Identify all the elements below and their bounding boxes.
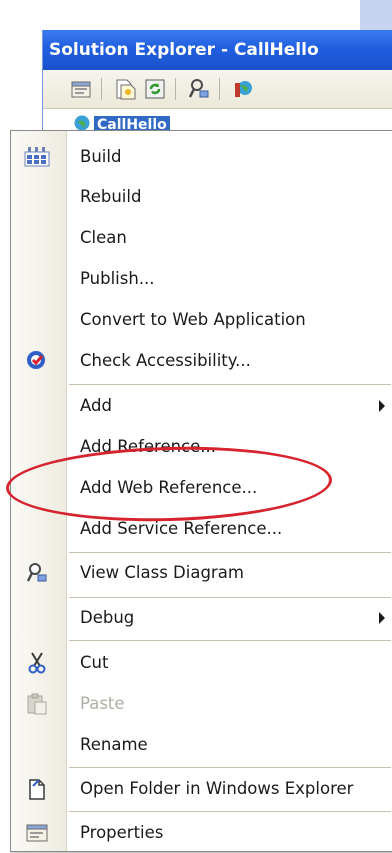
menu-item-paste: Paste	[11, 684, 392, 724]
properties-icon	[23, 819, 51, 847]
submenu-arrow-icon	[379, 612, 385, 624]
menu-item-label: Properties	[80, 823, 164, 842]
accessibility-icon	[23, 347, 51, 375]
menu-item-check-accessibility[interactable]: Check Accessibility...	[11, 341, 392, 381]
refresh-icon[interactable]	[143, 77, 167, 101]
build-icon	[23, 143, 51, 171]
view-class-diagram-icon	[23, 559, 51, 587]
menu-item-clean[interactable]: Clean	[11, 218, 392, 258]
menu-item-label: Check Accessibility...	[80, 351, 251, 370]
menu-item-label: Paste	[80, 694, 125, 713]
menu-item-label: Rename	[80, 735, 148, 754]
menu-item-cut[interactable]: Cut	[11, 643, 392, 683]
menu-item-open-folder-in-windows-explorer[interactable]: Open Folder in Windows Explorer	[11, 769, 392, 809]
menu-item-label: Add Service Reference...	[80, 519, 283, 538]
menu-item-publish[interactable]: Publish...	[11, 259, 392, 299]
menu-item-label: Cut	[80, 653, 109, 672]
menu-item-properties[interactable]: Properties	[11, 813, 392, 853]
toolbar-separator	[219, 78, 220, 100]
cut-icon	[23, 649, 51, 677]
solution-explorer-toolbar	[43, 70, 392, 109]
toolbar-separator	[175, 78, 176, 100]
menu-item-convert-to-web-application[interactable]: Convert to Web Application	[11, 300, 392, 340]
solution-explorer-title: Solution Explorer - CallHello	[43, 30, 392, 70]
view-class-diagram-icon[interactable]	[187, 77, 211, 101]
menu-item-label: Debug	[80, 608, 135, 627]
submenu-arrow-icon	[379, 400, 385, 412]
menu-item-label: Rebuild	[80, 187, 142, 206]
menu-item-build[interactable]: Build	[11, 137, 392, 177]
menu-item-label: Add	[80, 396, 112, 415]
menu-item-label: Convert to Web Application	[80, 310, 306, 329]
menu-separator	[69, 640, 391, 641]
background-strip	[360, 0, 392, 32]
menu-item-label: Publish...	[80, 269, 155, 288]
open-folder-icon	[23, 775, 51, 803]
menu-item-view-class-diagram[interactable]: View Class Diagram	[11, 553, 392, 593]
menu-separator	[69, 767, 391, 768]
menu-item-rebuild[interactable]: Rebuild	[11, 177, 392, 217]
menu-item-label: Open Folder in Windows Explorer	[80, 779, 354, 798]
toolbar-separator	[101, 78, 102, 100]
menu-separator	[69, 384, 391, 385]
menu-item-add[interactable]: Add	[11, 386, 392, 426]
show-all-files-icon[interactable]	[113, 77, 137, 101]
menu-item-label: View Class Diagram	[80, 563, 244, 582]
menu-item-label: Build	[80, 147, 122, 166]
web-project-icon[interactable]	[231, 77, 255, 101]
menu-separator	[69, 811, 391, 812]
menu-item-label: Clean	[80, 228, 127, 247]
menu-item-rename[interactable]: Rename	[11, 725, 392, 765]
paste-icon	[23, 690, 51, 718]
properties-icon[interactable]	[69, 77, 93, 101]
menu-item-debug[interactable]: Debug	[11, 598, 392, 638]
